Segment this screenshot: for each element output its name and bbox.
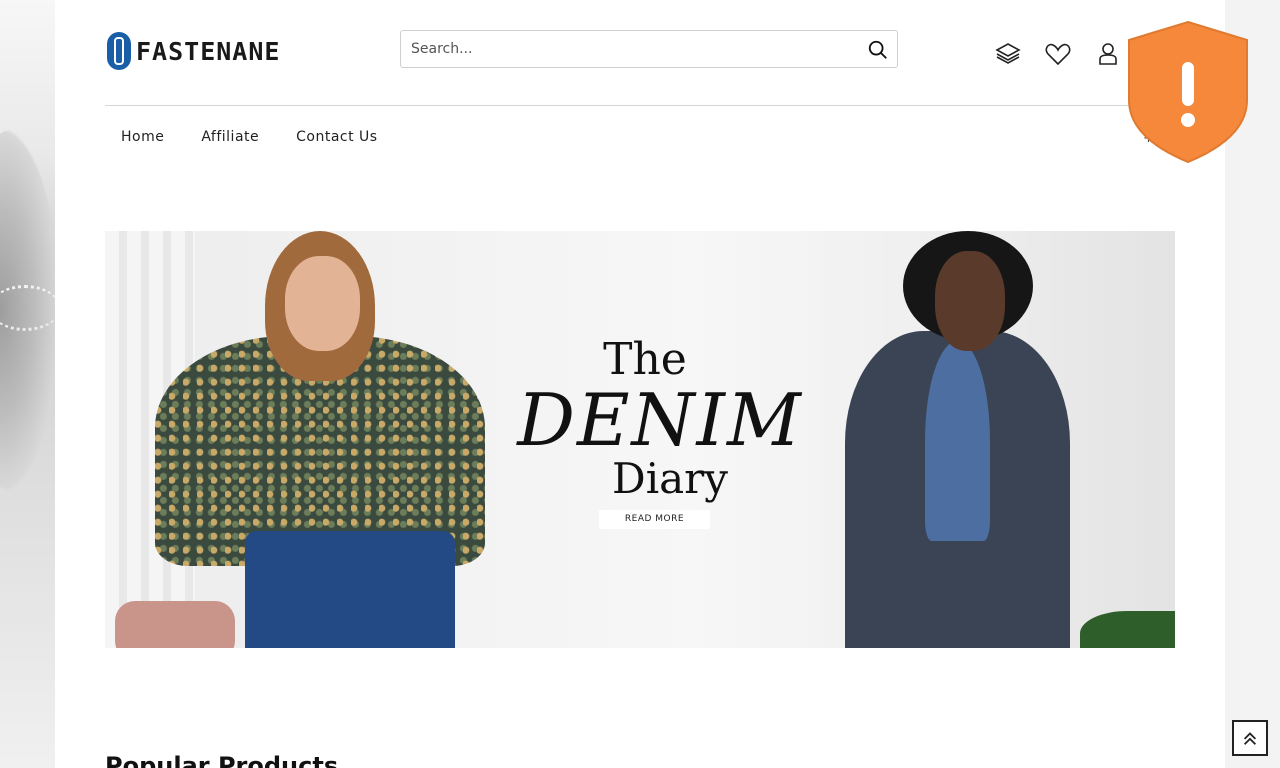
banner-model-left-face	[285, 256, 360, 351]
background-tiara-shape	[0, 285, 55, 331]
layers-icon[interactable]	[994, 40, 1022, 68]
logo-mark-icon	[107, 32, 131, 70]
left-background-image	[0, 0, 55, 768]
header-divider	[105, 105, 1175, 106]
brand-logo[interactable]: FASTENANE	[107, 32, 280, 70]
scroll-to-top-button[interactable]	[1232, 720, 1268, 756]
hero-banner[interactable]: The DENIM Diary READ MORE	[105, 231, 1175, 648]
banner-heading-denim: DENIM	[517, 378, 803, 462]
nav-item-home[interactable]: Home	[105, 125, 180, 149]
banner-heading-the: The	[603, 334, 687, 385]
read-more-button[interactable]: READ MORE	[599, 510, 710, 529]
page-container: FASTENANE Home Affiliate Contact Us +	[55, 0, 1225, 768]
banner-heading: The DENIM Diary	[500, 336, 820, 502]
user-icon[interactable]	[1094, 40, 1122, 68]
section-title: Popular Products	[105, 752, 339, 768]
nav-item-contact-us[interactable]: Contact Us	[280, 125, 393, 149]
main-nav: Home Affiliate Contact Us	[105, 125, 399, 149]
banner-model-right-face	[935, 251, 1005, 351]
search-box	[400, 30, 898, 68]
banner-cushion	[115, 601, 235, 648]
nav-item-affiliate[interactable]: Affiliate	[185, 125, 275, 149]
double-chevron-up-icon	[1243, 732, 1257, 745]
shield-alert-icon[interactable]	[1127, 20, 1249, 164]
search-input[interactable]	[401, 31, 861, 67]
banner-heading-diary: Diary	[612, 454, 728, 503]
banner-model-left-jeans	[245, 531, 455, 648]
search-icon[interactable]	[867, 39, 889, 61]
banner-plant	[1080, 611, 1175, 648]
heart-icon[interactable]	[1044, 40, 1072, 68]
banner-model-right-shirt	[925, 341, 990, 541]
brand-name: FASTENANE	[136, 36, 281, 66]
